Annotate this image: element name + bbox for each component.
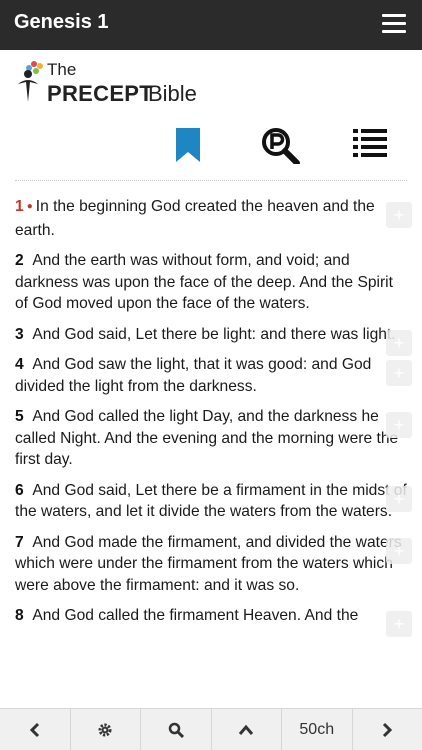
page-title: Genesis 1 <box>14 11 109 33</box>
search-button[interactable] <box>141 709 212 750</box>
add-note-icon[interactable]: + <box>386 202 412 228</box>
logo-precept: PRECEPT <box>47 81 154 106</box>
hamburger-icon[interactable] <box>382 14 406 34</box>
toolbar <box>0 128 422 168</box>
verse-text: And God said, Let there be light: and th… <box>32 325 396 343</box>
logo-the: The <box>47 60 77 79</box>
verse-text: And God said, Let there be a firmament i… <box>15 481 407 521</box>
verse[interactable]: 7 And God made the firmament, and divide… <box>15 532 412 597</box>
add-note-icon[interactable]: + <box>386 329 412 356</box>
verse[interactable]: 8 And God called the firmament Heaven. A… <box>15 605 412 637</box>
verse-number: 1 <box>15 198 24 215</box>
previous-chapter-button[interactable] <box>0 709 71 750</box>
settings-button[interactable] <box>71 709 141 750</box>
add-note-icon[interactable]: + <box>386 360 412 386</box>
verse-text: And God called the firmament Heaven. And… <box>32 607 359 624</box>
verse-list: 1 ● In the beginning God created the heave… <box>15 196 412 637</box>
add-note-icon[interactable]: + <box>386 611 412 637</box>
verse-text: And God made the firmament, and divided … <box>15 533 402 594</box>
chapter-count-button[interactable]: 50ch <box>282 709 353 750</box>
verse-text: And God called the light Day, and the da… <box>15 408 399 468</box>
precept-search-icon[interactable] <box>262 128 300 166</box>
verse-text: And the earth was without form, and void… <box>15 252 393 312</box>
add-note-icon[interactable]: + <box>386 485 412 512</box>
precept-bible-logo: The PRECEPT Bible <box>16 60 216 106</box>
verse-text: In the beginning God created the heaven … <box>15 198 375 239</box>
verse-number: 7 <box>15 533 24 551</box>
divider <box>15 180 407 181</box>
scroll-top-button[interactable] <box>212 709 282 750</box>
verse-marker: ● <box>26 201 33 212</box>
logo-figure-icon <box>18 61 43 102</box>
next-chapter-button[interactable] <box>353 709 422 750</box>
bookmark-icon[interactable] <box>175 128 209 164</box>
verse[interactable]: 5 And God called the light Day, and the … <box>15 406 412 471</box>
verse-number: 5 <box>15 408 24 425</box>
list-icon[interactable] <box>353 128 387 164</box>
chevron-right-icon <box>383 722 393 737</box>
chevron-left-icon <box>29 722 39 737</box>
gear-icon <box>98 723 112 736</box>
verse-text: And God saw the light, that it was good:… <box>15 356 372 395</box>
top-bar: Genesis 1 <box>0 0 422 50</box>
bottom-bar: 50ch <box>0 708 422 750</box>
verse-number: 2 <box>15 252 24 269</box>
verse[interactable]: 4 And God saw the light, that it was goo… <box>15 354 412 397</box>
verse[interactable]: 3 And God said, Let there be light: and … <box>15 324 412 356</box>
add-note-icon[interactable]: + <box>386 537 412 564</box>
verse-number: 3 <box>15 325 24 343</box>
verse[interactable]: 2 And the earth was without form, and vo… <box>15 250 410 315</box>
verse[interactable]: 6 And God said, Let there be a firmament… <box>15 480 412 523</box>
search-icon <box>168 722 184 738</box>
logo-bible: Bible <box>148 81 197 106</box>
verse[interactable]: 1 ● In the beginning God created the heave… <box>15 196 412 241</box>
verse-number: 8 <box>15 607 24 624</box>
verse-number: 4 <box>15 356 24 373</box>
chevron-up-icon <box>239 724 254 735</box>
add-note-icon[interactable]: + <box>386 412 412 438</box>
verse-number: 6 <box>15 481 24 499</box>
